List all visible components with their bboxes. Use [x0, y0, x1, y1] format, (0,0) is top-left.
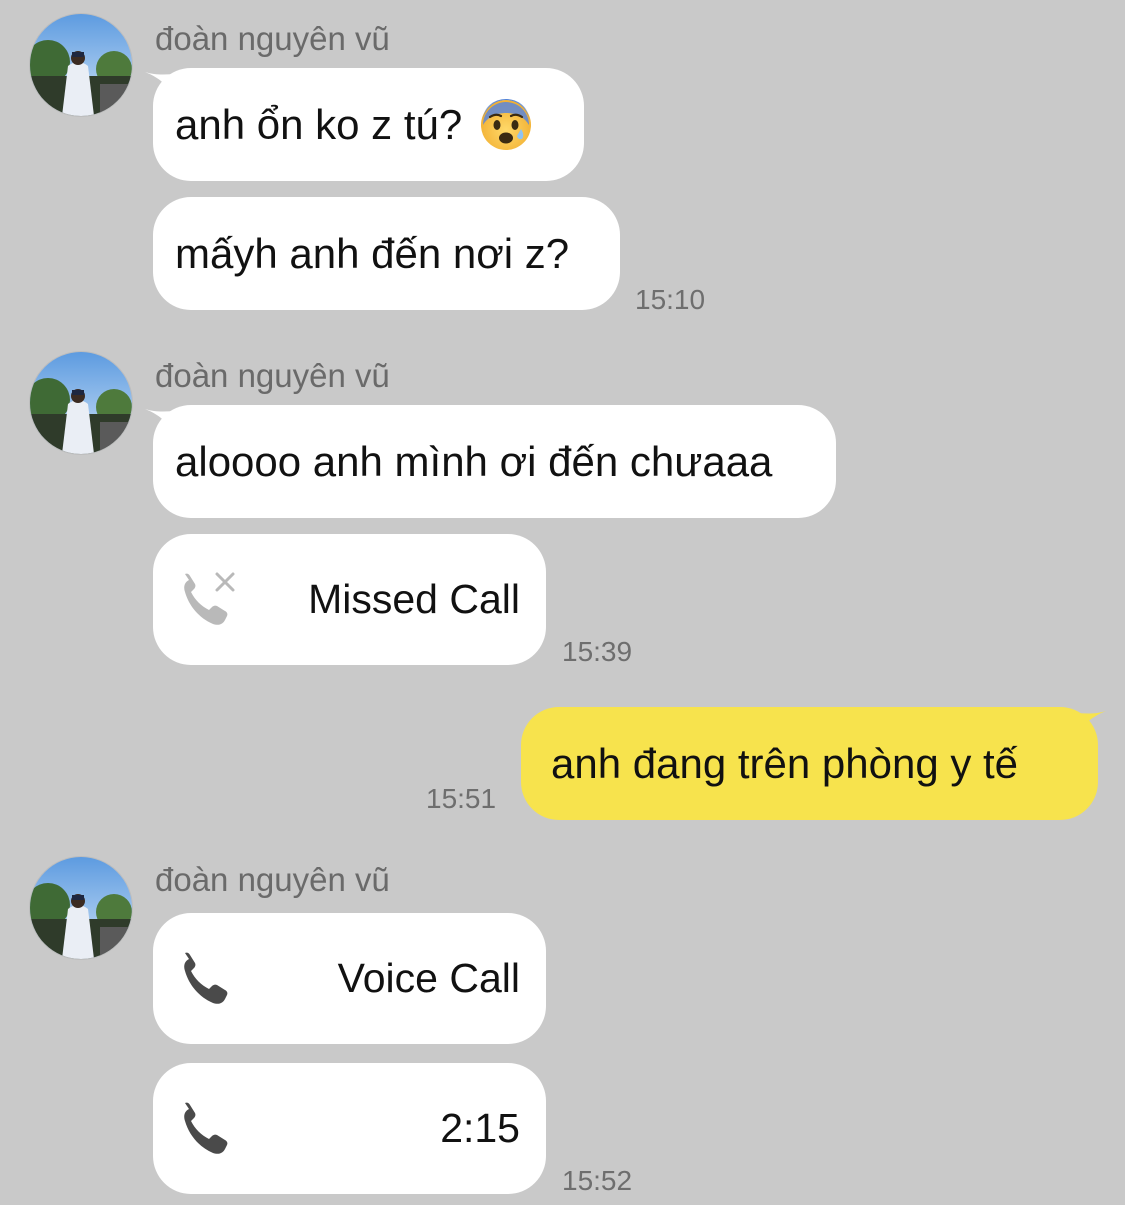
- call-duration-bubble[interactable]: 2:15: [153, 1063, 546, 1194]
- phone-icon: [184, 952, 228, 1004]
- message-bubble[interactable]: anh ổn ko z tú?: [153, 68, 584, 181]
- missed-call-icon: [184, 572, 235, 625]
- message-text: anh ổn ko z tú?: [175, 100, 463, 148]
- phone-icon: [184, 1102, 228, 1154]
- anxious-face-with-sweat-emoji: [481, 98, 532, 150]
- avatar[interactable]: [30, 352, 132, 454]
- message-timestamp: 15:10: [635, 284, 706, 315]
- sender-name: đoàn nguyên vũ: [155, 861, 390, 898]
- avatar[interactable]: [30, 857, 132, 959]
- call-label: Missed Call: [308, 576, 520, 622]
- sender-name: đoàn nguyên vũ: [155, 20, 390, 57]
- sender-name: đoàn nguyên vũ: [155, 357, 390, 394]
- message-timestamp: 15:51: [426, 783, 497, 814]
- call-label: Voice Call: [337, 955, 520, 1001]
- message-timestamp: 15:39: [562, 636, 633, 667]
- message-bubble[interactable]: anh đang trên phòng y tế: [521, 707, 1098, 820]
- avatar[interactable]: [30, 14, 132, 116]
- message-text: anh đang trên phòng y tế: [551, 739, 1019, 787]
- message-text: aloooo anh mình ơi đến chưaaa: [175, 437, 773, 485]
- voice-call-bubble[interactable]: Voice Call: [153, 913, 546, 1044]
- message-text: mấyh anh đến nơi z?: [175, 229, 570, 277]
- message-timestamp: 15:52: [562, 1165, 633, 1196]
- missed-call-bubble[interactable]: Missed Call: [153, 534, 546, 665]
- call-duration: 2:15: [440, 1105, 520, 1151]
- message-bubble[interactable]: aloooo anh mình ơi đến chưaaa: [153, 405, 836, 518]
- message-bubble[interactable]: mấyh anh đến nơi z?: [153, 197, 620, 310]
